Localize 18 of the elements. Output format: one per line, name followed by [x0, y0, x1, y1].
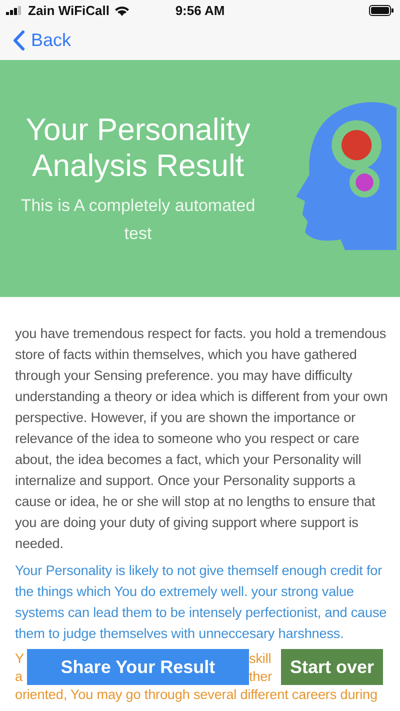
signal-icon — [6, 6, 24, 14]
wifi-icon — [114, 4, 130, 16]
result-subtitle: This is A completely automated test — [20, 195, 256, 245]
result-paragraph: Your Personality is likely to not give themself enough credit for the things which You do extremely well. your strong value systems can lead them to be intensely perfectionist, and cause them to judge themselves with unneccesary harshness. — [15, 562, 388, 643]
chevron-left-icon — [12, 30, 25, 50]
result-paragraph: you have tremendous respect for facts. you hold a tremendous store of facts within themselves, which you have gathered through your Sensing preference. you may have difficulty understanding a theory or idea which is different from your own perspective. However, if you are shown the importance or relevance of the idea to someone who you respect or care about, the idea becomes a fact, which your Personality will internalize and support. Once your Personality supports a cause or idea, he or she will stop at no lengths to ensure that you are doing your duty of giving support where support is needed. — [15, 325, 389, 553]
text-fragment: skill — [249, 650, 272, 668]
text-fragment: a — [15, 669, 22, 684]
text-fragment: ther — [249, 668, 272, 686]
result-title: Your Personality Analysis Result — [24, 112, 252, 184]
battery-icon — [369, 4, 394, 16]
carrier-name: Zain WiFiCall — [28, 2, 110, 18]
status-time: 9:56 AM — [175, 2, 225, 18]
back-button[interactable]: Back — [12, 30, 72, 50]
text-fragment: Y — [15, 651, 24, 666]
share-button[interactable]: Share Your Result — [27, 649, 249, 685]
start-over-button[interactable]: Start over — [281, 649, 383, 685]
text-line: oriented, You may go through several different careers during — [15, 686, 378, 704]
